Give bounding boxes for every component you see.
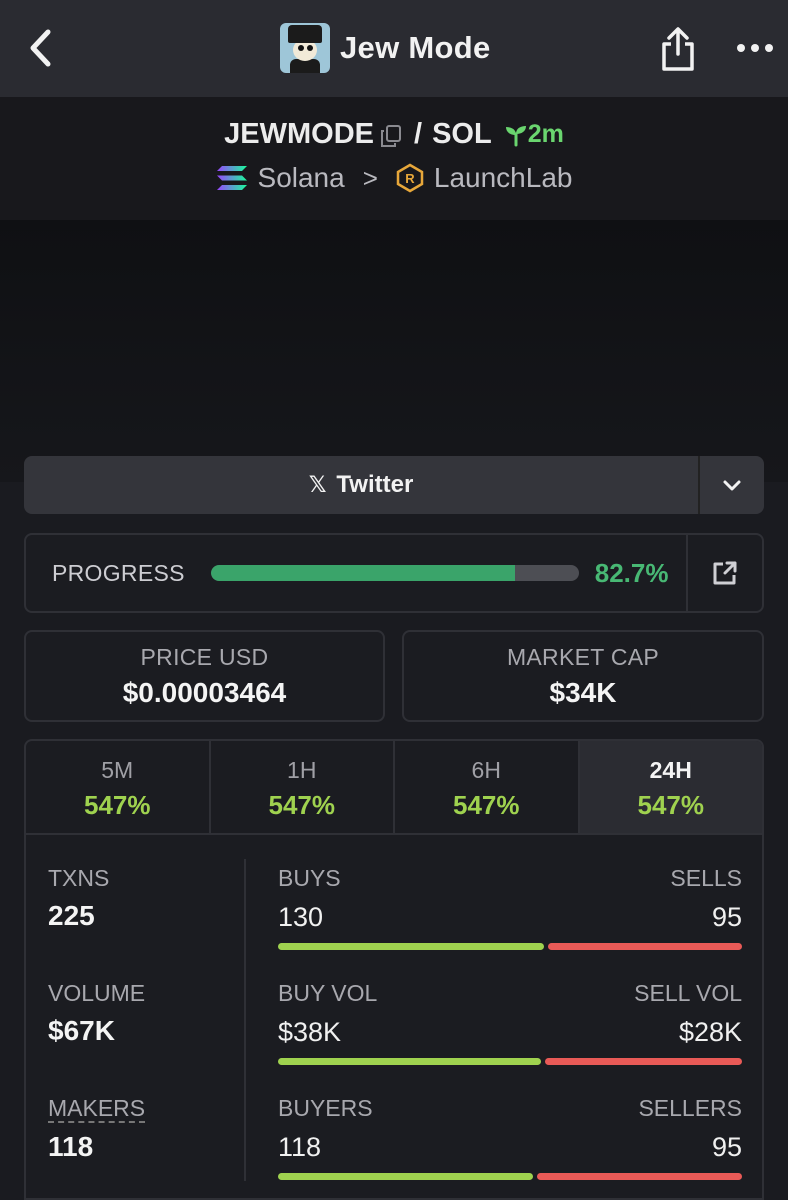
chain-name[interactable]: Solana — [258, 162, 345, 194]
tab-24h[interactable]: 24H 547% — [579, 741, 762, 833]
tab-change: 547% — [84, 790, 151, 820]
tab-change: 547% — [453, 790, 520, 820]
price-usd-card: PRICE USD $0.00003464 — [24, 630, 385, 722]
volume-label: VOLUME — [48, 980, 146, 1006]
tab-label: 1H — [287, 757, 317, 783]
sellers-value: 95 — [711, 1132, 742, 1162]
tab-1h[interactable]: 1H 547% — [211, 741, 395, 833]
volume-value: $67K — [48, 1015, 115, 1046]
buy-bar — [278, 943, 544, 950]
buy-sell-volume-metric: BUY VOL SELL VOL $38K $28K — [278, 980, 742, 1065]
txns-value: 225 — [48, 900, 95, 931]
progress-bar — [210, 565, 579, 581]
progress-fill — [210, 565, 516, 581]
solana-icon — [216, 165, 248, 191]
sells-label: SELLS — [670, 865, 742, 891]
quote-token: SOL — [432, 118, 492, 150]
sprout-icon — [505, 125, 526, 146]
progress-label: PROGRESS — [52, 559, 185, 586]
stats-panel: 5M 547% 1H 547% 6H 547% 24H 547% TXNS 22… — [24, 739, 764, 1200]
sells-value: 95 — [711, 902, 742, 932]
makers-metric[interactable]: MAKERS 118 — [48, 1095, 146, 1163]
buyers-label: BUYERS — [278, 1095, 373, 1121]
buys-value: 130 — [278, 902, 324, 932]
price-chart-area[interactable] — [0, 220, 788, 482]
sellers-label: SELLERS — [638, 1095, 742, 1121]
metrics-divider — [244, 859, 246, 1181]
sell-bar — [537, 1173, 742, 1180]
share-icon[interactable] — [660, 26, 696, 72]
pair-header — [0, 97, 788, 220]
makers-label[interactable]: MAKERS — [48, 1095, 146, 1123]
tab-6h[interactable]: 6H 547% — [395, 741, 580, 833]
launchpad-name[interactable]: LaunchLab — [434, 162, 573, 194]
base-token: JEWMODE — [224, 118, 374, 150]
txns-label: TXNS — [48, 865, 110, 891]
buyers-split-bar — [278, 1173, 742, 1180]
buy-vol-value: $38K — [278, 1017, 342, 1047]
buyers-value: 118 — [278, 1132, 322, 1162]
txns-metric: TXNS 225 — [48, 865, 109, 932]
chain-row: Solana > R LaunchLab — [0, 162, 788, 194]
sell-vol-value: $28K — [678, 1017, 742, 1047]
metrics-grid: TXNS 225 VOLUME $67K MAKERS 118 BUYS SEL… — [26, 835, 762, 1198]
timeframe-tabs: 5M 547% 1H 547% 6H 547% 24H 547% — [26, 741, 762, 835]
svg-text:R: R — [405, 171, 415, 186]
buys-sells-metric: BUYS SELLS 130 95 — [278, 865, 742, 950]
x-logo-icon: 𝕏 — [308, 472, 327, 497]
more-icon[interactable] — [736, 40, 774, 56]
pair-row: JEWMODE / SOL 2m — [0, 118, 788, 151]
socials-row: 𝕏 Twitter — [24, 456, 764, 514]
makers-value: 118 — [48, 1131, 94, 1162]
buy-bar — [278, 1173, 533, 1180]
sell-bar — [545, 1058, 742, 1065]
market-cap-label: MARKET CAP — [506, 644, 660, 670]
chevron-down-icon[interactable] — [698, 456, 764, 514]
chevron-left-icon[interactable] — [26, 28, 56, 68]
buyers-sellers-metric: BUYERS SELLERS 118 95 — [278, 1095, 742, 1180]
sell-vol-label: SELL VOL — [634, 980, 742, 1006]
tab-label: 5M — [101, 757, 134, 783]
pair-separator: / — [414, 118, 423, 150]
tab-5m[interactable]: 5M 547% — [26, 741, 211, 833]
external-link-icon[interactable] — [686, 535, 762, 611]
progress-value: 82.7% — [594, 557, 669, 588]
copy-icon[interactable] — [380, 123, 402, 147]
tab-label: 24H — [649, 757, 692, 783]
breadcrumb-separator: > — [362, 162, 378, 193]
price-usd-label: PRICE USD — [140, 644, 269, 670]
twitter-button[interactable]: 𝕏 Twitter — [24, 456, 698, 514]
market-cap-value: $34K — [549, 677, 617, 708]
volume-split-bar — [278, 1058, 742, 1065]
buys-label: BUYS — [278, 865, 341, 891]
tab-change: 547% — [637, 790, 705, 820]
buys-sells-bar — [278, 943, 742, 950]
sell-bar — [548, 943, 742, 950]
token-avatar — [280, 23, 330, 73]
volume-metric: VOLUME $67K — [48, 980, 145, 1047]
pair-age: 2m — [504, 120, 564, 149]
top-bar: Jew Mode — [0, 0, 788, 97]
pair-age-text: 2m — [527, 120, 564, 148]
buy-vol-label: BUY VOL — [278, 980, 378, 1006]
bonding-progress: PROGRESS 82.7% — [24, 533, 764, 613]
market-cap-card: MARKET CAP $34K — [402, 630, 764, 722]
tab-change: 547% — [268, 790, 336, 820]
token-name: Jew Mode — [340, 30, 491, 65]
launchlab-icon: R — [396, 163, 424, 193]
buy-bar — [278, 1058, 541, 1065]
tab-label: 6H — [471, 757, 501, 783]
token-title: Jew Mode — [280, 22, 491, 74]
price-usd-value: $0.00003464 — [122, 677, 287, 708]
twitter-label: Twitter — [336, 471, 414, 498]
